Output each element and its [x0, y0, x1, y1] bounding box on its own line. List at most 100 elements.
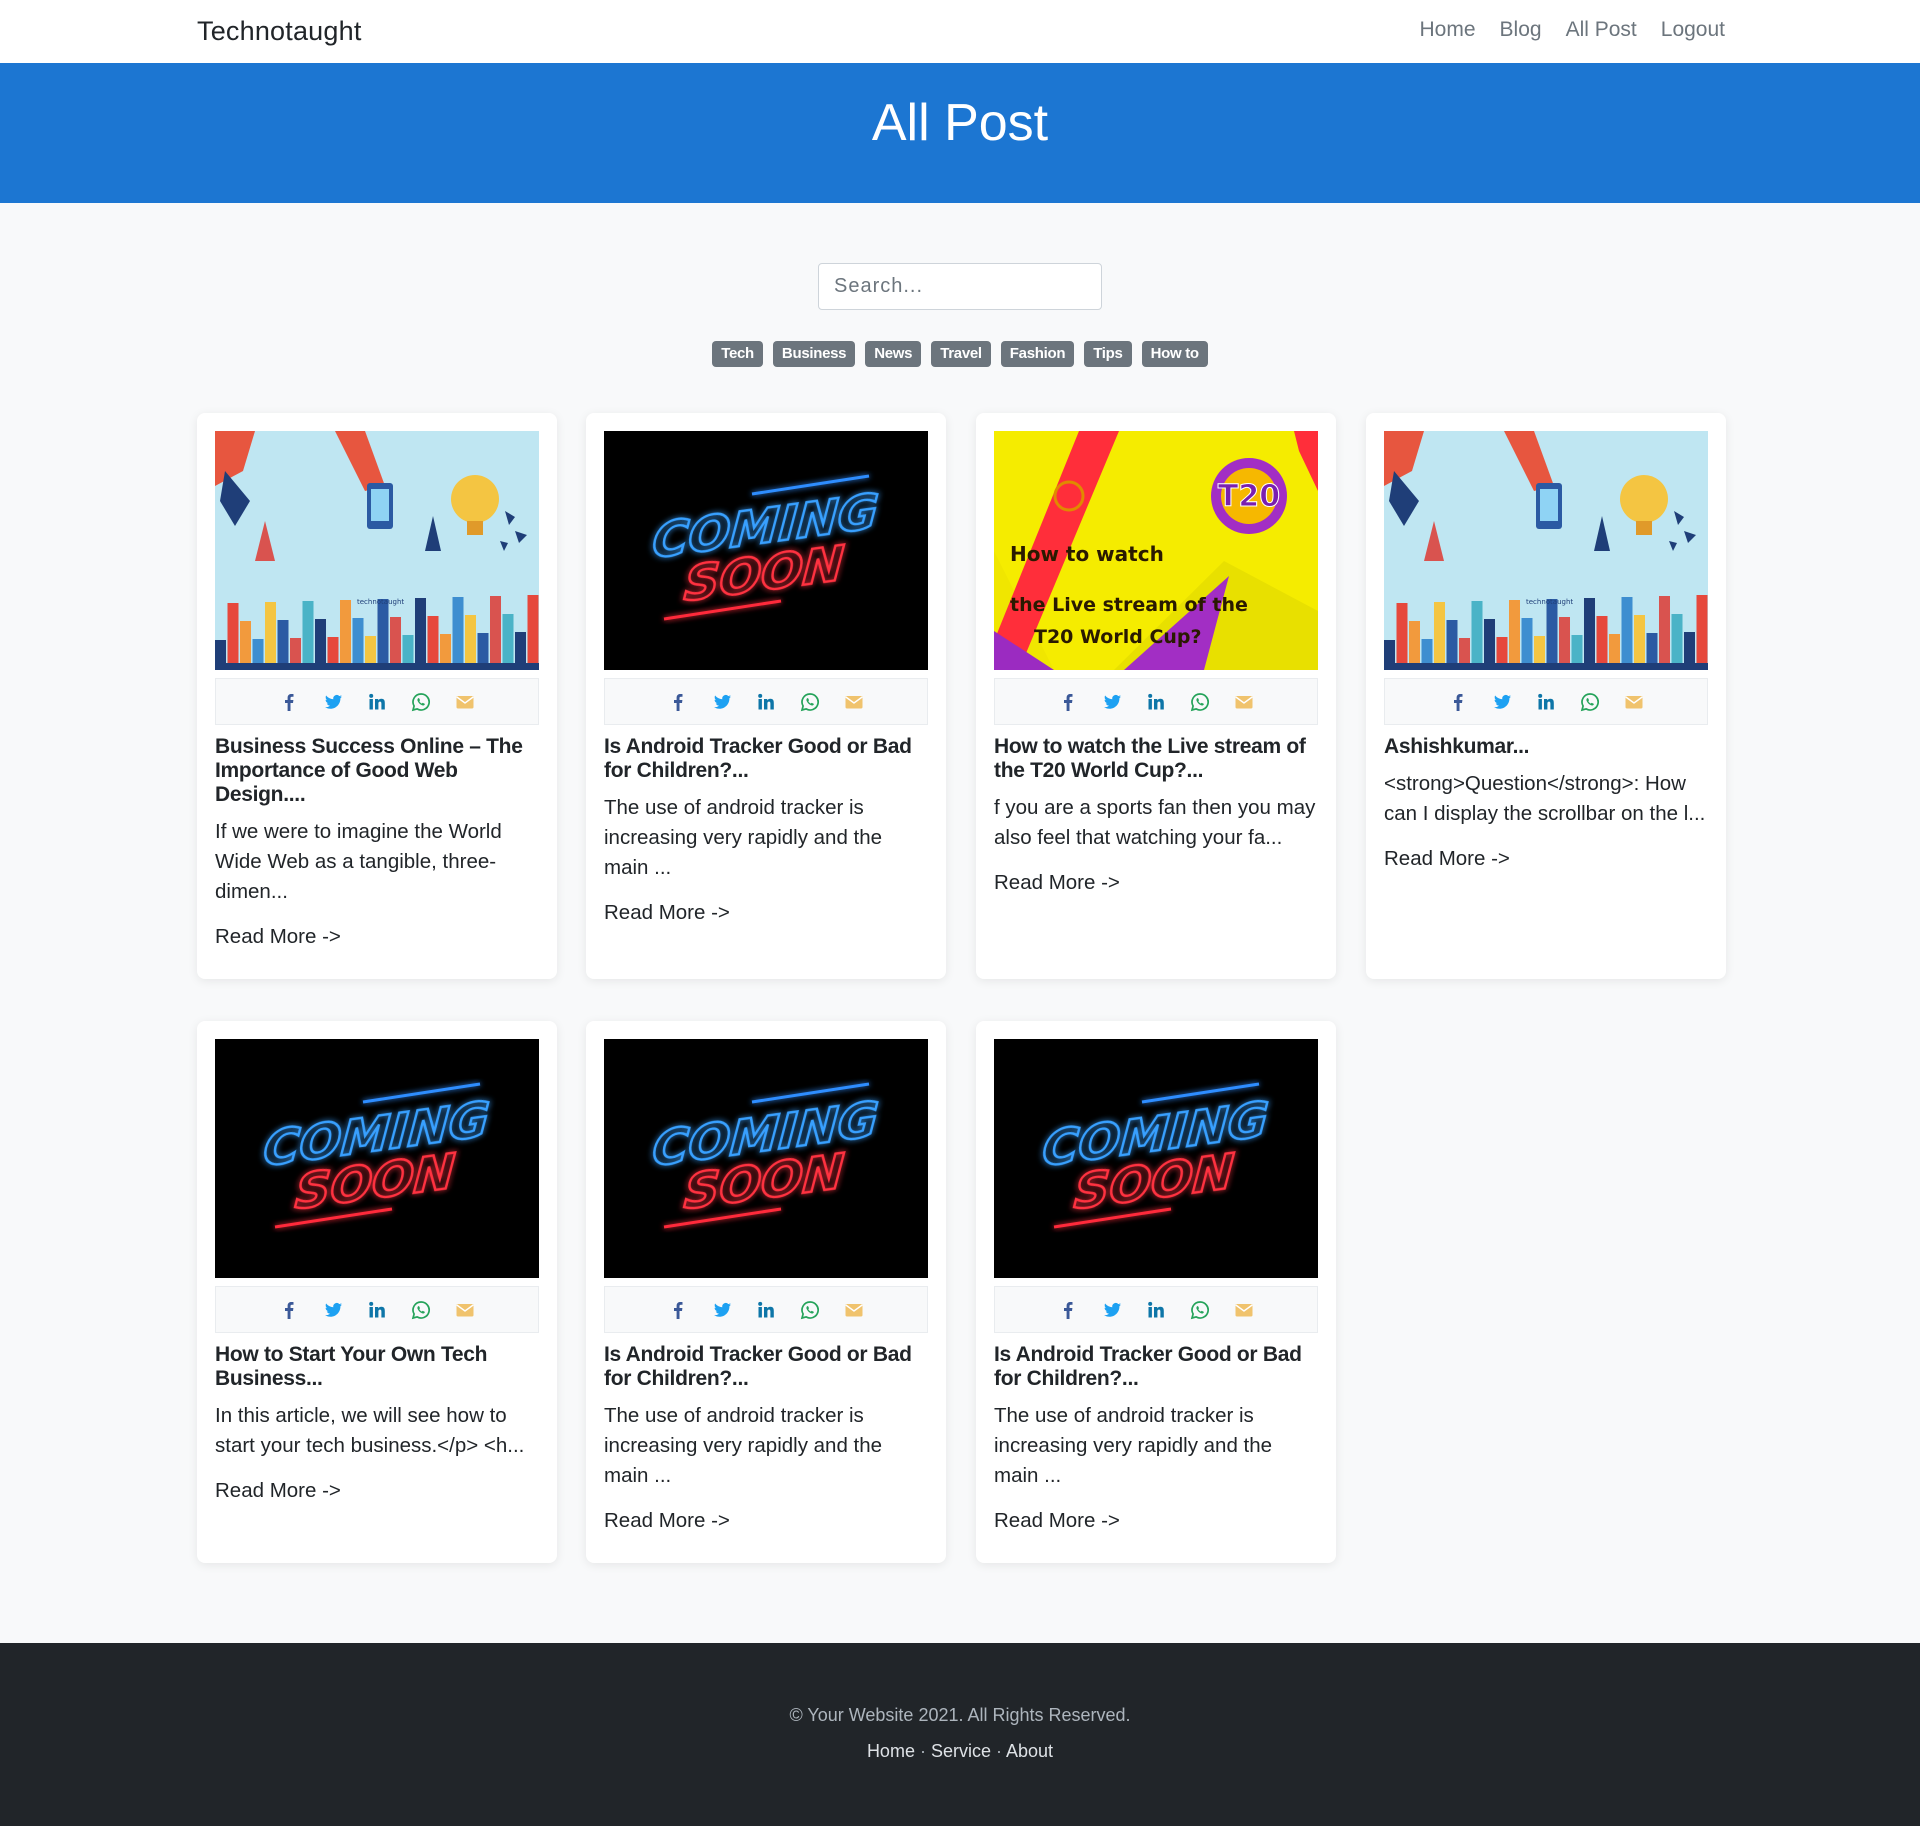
brand-logo[interactable]: Technotaught: [197, 16, 362, 47]
post-excerpt: In this article, we will see how to star…: [215, 1404, 525, 1457]
twitter-icon[interactable]: [711, 691, 733, 713]
post-image[interactable]: COMING SOON: [994, 1039, 1318, 1278]
post-image[interactable]: technotaught: [215, 431, 539, 670]
business-illustration-image: technotaught: [215, 431, 539, 670]
email-icon[interactable]: [1233, 691, 1255, 713]
tag-tips[interactable]: Tips: [1084, 341, 1132, 367]
whatsapp-icon[interactable]: [410, 691, 432, 713]
coming-soon-image: COMING SOON: [604, 1039, 928, 1278]
read-more-link[interactable]: Read More ->: [994, 871, 1120, 895]
post-excerpt: If we were to imagine the World Wide Web…: [215, 820, 502, 903]
read-more-link[interactable]: Read More ->: [1384, 847, 1510, 871]
email-icon[interactable]: [843, 691, 865, 713]
tag-business[interactable]: Business: [772, 341, 856, 367]
post-title: Is Android Tracker Good or Bad for Child…: [994, 1343, 1302, 1390]
whatsapp-icon[interactable]: [1579, 691, 1601, 713]
share-bar: [994, 678, 1318, 725]
linkedin-icon[interactable]: [366, 1299, 388, 1321]
post-excerpt: The use of android tracker is increasing…: [604, 1404, 883, 1487]
linkedin-icon[interactable]: [366, 691, 388, 713]
svg-text:How to watch: How to watch: [1010, 542, 1164, 566]
linkedin-icon[interactable]: [1145, 691, 1167, 713]
whatsapp-icon[interactable]: [410, 1299, 432, 1321]
linkedin-icon[interactable]: [1145, 1299, 1167, 1321]
footer-link-home[interactable]: Home: [867, 1741, 915, 1761]
post-excerpt: The use of android tracker is increasing…: [994, 1404, 1273, 1487]
share-bar: [994, 1286, 1318, 1333]
svg-text:the Live stream of the: the Live stream of the: [1010, 594, 1248, 616]
facebook-icon[interactable]: [1447, 691, 1469, 713]
nav-link-blog[interactable]: Blog: [1500, 18, 1542, 42]
email-icon[interactable]: [454, 1299, 476, 1321]
business-illustration-image: technotaught: [1384, 431, 1708, 670]
post-card: COMING SOON How to Start Your Own Tech B…: [197, 1021, 557, 1563]
facebook-icon[interactable]: [1057, 1299, 1079, 1321]
coming-soon-image: COMING SOON: [604, 431, 928, 670]
coming-soon-image: COMING SOON: [215, 1039, 539, 1278]
read-more-link[interactable]: Read More ->: [215, 1479, 341, 1503]
post-excerpt: The use of android tracker is increasing…: [604, 796, 883, 879]
svg-text:T20 World Cup?: T20 World Cup?: [1034, 626, 1202, 648]
post-card: technotaught Ashishkumar... <strong>Quest…: [1366, 413, 1726, 979]
tag-news[interactable]: News: [865, 341, 922, 367]
linkedin-icon[interactable]: [1535, 691, 1557, 713]
email-icon[interactable]: [1233, 1299, 1255, 1321]
facebook-icon[interactable]: [667, 1299, 689, 1321]
search-input[interactable]: [818, 263, 1102, 310]
post-image[interactable]: technotaught: [1384, 431, 1708, 670]
post-card: COMING SOON Is Android Tracker Good or B…: [586, 413, 946, 979]
nav-link-logout[interactable]: Logout: [1661, 18, 1725, 42]
read-more-link[interactable]: Read More ->: [994, 1509, 1120, 1533]
nav-links: Home Blog All Post Logout: [1420, 18, 1726, 42]
email-icon[interactable]: [454, 691, 476, 713]
post-title: Is Android Tracker Good or Bad for Child…: [604, 1343, 912, 1390]
facebook-icon[interactable]: [667, 691, 689, 713]
post-image[interactable]: T20 How to watch the Live stream of the …: [994, 431, 1318, 670]
page-header: All Post: [0, 63, 1920, 203]
share-bar: [215, 1286, 539, 1333]
whatsapp-icon[interactable]: [799, 691, 821, 713]
twitter-icon[interactable]: [1101, 1299, 1123, 1321]
category-tags: Tech Business News Travel Fashion Tips H…: [0, 341, 1920, 367]
twitter-icon[interactable]: [1101, 691, 1123, 713]
svg-text:technotaught: technotaught: [1526, 598, 1573, 606]
facebook-icon[interactable]: [1057, 691, 1079, 713]
facebook-icon[interactable]: [278, 1299, 300, 1321]
footer-link-about[interactable]: About: [1006, 1741, 1053, 1761]
share-bar: [604, 678, 928, 725]
linkedin-icon[interactable]: [755, 691, 777, 713]
email-icon[interactable]: [843, 1299, 865, 1321]
tag-travel[interactable]: Travel: [931, 341, 991, 367]
read-more-link[interactable]: Read More ->: [604, 1509, 730, 1533]
linkedin-icon[interactable]: [755, 1299, 777, 1321]
post-title: Is Android Tracker Good or Bad for Child…: [604, 735, 912, 782]
tag-fashion[interactable]: Fashion: [1000, 341, 1075, 367]
post-title: Business Success Online – The Importance…: [215, 735, 523, 806]
post-excerpt: f you are a sports fan then you may also…: [994, 796, 1316, 849]
tag-tech[interactable]: Tech: [712, 341, 763, 367]
post-image[interactable]: COMING SOON: [215, 1039, 539, 1278]
email-icon[interactable]: [1623, 691, 1645, 713]
whatsapp-icon[interactable]: [799, 1299, 821, 1321]
navbar: Technotaught Home Blog All Post Logout: [0, 0, 1920, 63]
whatsapp-icon[interactable]: [1189, 1299, 1211, 1321]
copyright: © Your Website 2021. All Rights Reserved…: [789, 1705, 1131, 1725]
footer-link-service[interactable]: Service: [931, 1741, 991, 1761]
twitter-icon[interactable]: [322, 691, 344, 713]
twitter-icon[interactable]: [1491, 691, 1513, 713]
twitter-icon[interactable]: [322, 1299, 344, 1321]
tag-how-to[interactable]: How to: [1141, 341, 1208, 367]
post-image[interactable]: COMING SOON: [604, 431, 928, 670]
read-more-link[interactable]: Read More ->: [215, 925, 341, 949]
share-bar: [604, 1286, 928, 1333]
nav-link-all-post[interactable]: All Post: [1566, 18, 1637, 42]
post-image[interactable]: COMING SOON: [604, 1039, 928, 1278]
twitter-icon[interactable]: [711, 1299, 733, 1321]
nav-link-home[interactable]: Home: [1420, 18, 1476, 42]
whatsapp-icon[interactable]: [1189, 691, 1211, 713]
footer-separator: ·: [990, 1741, 1006, 1761]
read-more-link[interactable]: Read More ->: [604, 901, 730, 925]
footer-links: Home · Service · About: [0, 1741, 1920, 1762]
facebook-icon[interactable]: [278, 691, 300, 713]
post-title: Ashishkumar...: [1384, 735, 1530, 758]
